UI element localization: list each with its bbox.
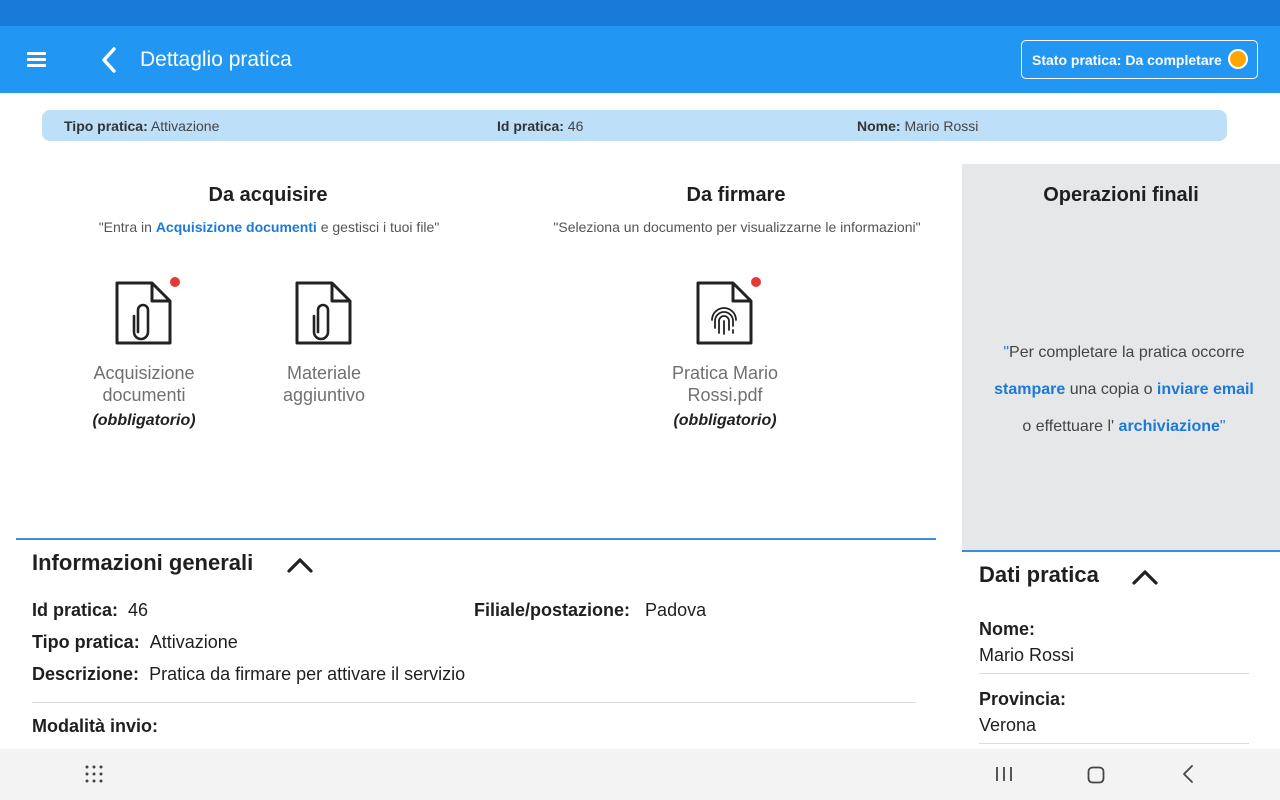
dati-pratica-title: Dati pratica [979,562,1099,587]
system-nav-bar [0,749,1280,800]
home-icon[interactable] [1086,765,1106,790]
operazioni-finali-title: Operazioni finali [1043,184,1199,206]
collapse-chevron-up-icon[interactable] [286,554,314,581]
doc-acquisizione-documenti[interactable]: Acquisizione documenti (obbligatorio) [84,276,204,436]
informazioni-generali-title: Informazioni generali [32,550,254,575]
tipo-pratica-row: Tipo pratica: Attivazione [32,632,238,652]
status-badge-label: Stato pratica: Da completare [1032,51,1222,68]
da-firmare-title: Da firmare [686,184,786,206]
operazioni-finali-panel: Operazioni finali "Per completare la pra… [962,164,1280,550]
status-badge[interactable]: Stato pratica: Da completare [1021,40,1258,79]
inviare-email-link[interactable]: inviare email [1157,381,1254,398]
recent-apps-icon[interactable] [994,765,1014,788]
menu-icon[interactable] [24,46,52,74]
da-acquisire-subtitle: "Entra in Acquisizione documenti e gesti… [98,219,440,235]
dati-provincia-label: Provincia: [979,689,1067,709]
id-pratica-row: Id pratica: 46 [32,600,149,620]
summary-nome: Nome: Mario Rossi [857,118,979,134]
doc-label: Materiale aggiuntivo [282,363,366,405]
da-acquisire-title: Da acquisire [208,184,328,206]
doc-required-label: (obbligatorio) [673,412,777,429]
status-bar [0,0,1280,26]
clip-document-icon [115,281,172,345]
doc-materiale-aggiuntivo[interactable]: Materiale aggiuntivo [264,276,384,416]
clip-document-icon [295,281,352,345]
dati-nome-label: Nome: [979,619,1036,639]
row-divider [32,702,916,703]
dati-nome-value: Mario Rossi [979,645,1075,665]
doc-label: Acquisizione documenti [93,363,195,405]
dati-provincia-value: Verona [979,715,1037,735]
page-title: Dettaglio pratica [140,48,292,71]
section-divider [16,538,936,540]
acquisizione-link[interactable]: Acquisizione documenti [156,219,317,235]
app-bar: Dettaglio pratica Stato pratica: Da comp… [0,26,1280,93]
da-firmare-subtitle: "Seleziona un documento per visualizzarn… [553,219,921,235]
collapse-chevron-up-icon[interactable] [1131,566,1159,593]
row-divider [979,743,1249,744]
filiale-row: Filiale/postazione: Padova [474,600,707,620]
summary-id: Id pratica: 46 [497,118,584,134]
archiviazione-link[interactable]: archiviazione [1119,418,1220,435]
descrizione-row: Descrizione: Pratica da firmare per atti… [32,664,466,684]
notification-dot [169,276,181,288]
back-arrow-icon[interactable] [96,44,124,76]
fingerprint-document-icon [696,281,753,345]
modalita-invio-row: Modalità invio: [32,716,158,736]
operazioni-finali-text: "Per completare la pratica occorre stamp… [994,344,1254,435]
status-dot-icon [1228,49,1248,69]
doc-label: Pratica Mario Rossi.pdf [671,363,779,405]
notification-dot [750,276,762,288]
back-icon[interactable] [1180,764,1196,789]
doc-required-label: (obbligatorio) [92,412,196,429]
row-divider [979,673,1249,674]
stampare-link[interactable]: stampare [994,381,1065,398]
apps-grid-icon[interactable] [84,764,104,789]
summary-bar: Tipo pratica: Attivazione Id pratica: 46… [42,110,1227,141]
section-divider [962,550,1280,552]
doc-pratica-pdf[interactable]: Pratica Mario Rossi.pdf (obbligatorio) [660,276,790,436]
summary-tipo: Tipo pratica: Attivazione [64,118,220,134]
